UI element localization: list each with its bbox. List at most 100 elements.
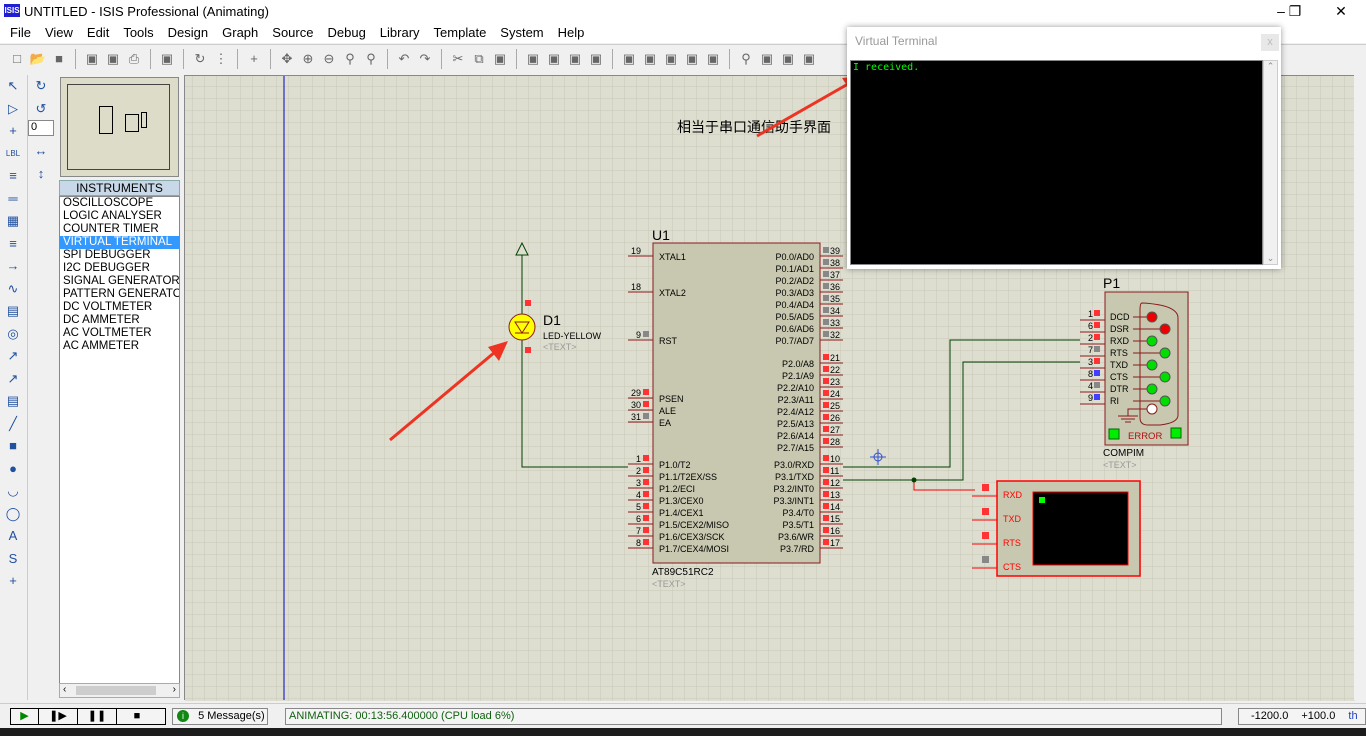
- area-icon[interactable]: ▣: [158, 50, 176, 68]
- bom-icon[interactable]: ▣: [800, 50, 818, 68]
- instrument-item[interactable]: AC VOLTMETER: [60, 327, 179, 340]
- close-button[interactable]: ✕: [1318, 0, 1364, 22]
- menu-graph[interactable]: Graph: [215, 25, 265, 40]
- instrument-item[interactable]: OSCILLOSCOPE: [60, 197, 179, 210]
- zoom-out-icon[interactable]: ⊖: [320, 50, 338, 68]
- new-icon[interactable]: □: [8, 50, 26, 68]
- block-copy-icon[interactable]: ▣: [524, 50, 542, 68]
- copy-icon[interactable]: ⧉: [470, 50, 488, 68]
- menu-file[interactable]: File: [3, 25, 38, 40]
- block-rotate-icon[interactable]: ▣: [566, 50, 584, 68]
- text-script-icon[interactable]: ≡: [0, 165, 26, 188]
- package-icon[interactable]: ▣: [662, 50, 680, 68]
- text-icon[interactable]: A: [0, 525, 26, 548]
- zoom-all-icon[interactable]: ⚲: [341, 50, 359, 68]
- cut-icon[interactable]: ✂: [449, 50, 467, 68]
- rotate-anticlockwise-icon[interactable]: ↺: [28, 98, 54, 121]
- rotate-clockwise-icon[interactable]: ↻: [28, 75, 54, 98]
- property-icon[interactable]: ▣: [758, 50, 776, 68]
- panel-scrollbar[interactable]: ‹ ›: [59, 683, 180, 698]
- vt-output[interactable]: I received.: [850, 60, 1263, 265]
- print-icon[interactable]: ⎙: [125, 50, 143, 68]
- stop-button[interactable]: ■: [117, 709, 157, 724]
- maximize-button[interactable]: ❐: [1272, 0, 1318, 22]
- grid-icon[interactable]: ⋮: [212, 50, 230, 68]
- arc-icon[interactable]: ◡: [0, 480, 26, 503]
- menu-view[interactable]: View: [38, 25, 80, 40]
- wire-autorouter-icon[interactable]: ▣: [704, 50, 722, 68]
- instrument-item[interactable]: PATTERN GENERATOR: [60, 288, 179, 301]
- terminal-icon[interactable]: ≡: [0, 233, 26, 256]
- refresh-icon[interactable]: ↻: [191, 50, 209, 68]
- component-icon[interactable]: ▷: [0, 98, 26, 121]
- zoom-area-icon[interactable]: ⚲: [362, 50, 380, 68]
- save-icon[interactable]: ■: [50, 50, 68, 68]
- instruments-list[interactable]: OSCILLOSCOPE LOGIC ANALYSER COUNTER TIMER V…: [59, 196, 180, 684]
- vt-scrollbar[interactable]: ⌃ ⌄: [1263, 60, 1278, 265]
- block-move-icon[interactable]: ▣: [545, 50, 563, 68]
- pan-icon[interactable]: ✥: [278, 50, 296, 68]
- import-icon[interactable]: ▣: [83, 50, 101, 68]
- step-button[interactable]: ❚▶: [39, 709, 78, 724]
- menu-debug[interactable]: Debug: [320, 25, 372, 40]
- mirror-y-icon[interactable]: ↕: [28, 163, 54, 186]
- menu-library[interactable]: Library: [373, 25, 427, 40]
- export-icon[interactable]: ▣: [104, 50, 122, 68]
- instrument-item[interactable]: AC AMMETER: [60, 340, 179, 353]
- line-icon[interactable]: ╱: [0, 413, 26, 436]
- generator-icon[interactable]: ◎: [0, 323, 26, 346]
- mirror-x-icon[interactable]: ↔: [28, 140, 54, 163]
- box-icon[interactable]: ■: [0, 435, 26, 458]
- rotation-input[interactable]: 0: [28, 120, 54, 136]
- pin-icon[interactable]: →: [0, 255, 26, 278]
- vt-close-button[interactable]: x: [1261, 34, 1279, 51]
- pause-button[interactable]: ❚❚: [78, 709, 117, 724]
- canvas-scrollbar[interactable]: [1354, 75, 1366, 700]
- bus-icon[interactable]: ═: [0, 188, 26, 211]
- instrument-item[interactable]: DC VOLTMETER: [60, 301, 179, 314]
- wire-label-icon[interactable]: LBL: [0, 143, 26, 166]
- instrument-item[interactable]: I2C DEBUGGER: [60, 262, 179, 275]
- instrument-item[interactable]: VIRTUAL TERMINAL: [60, 236, 179, 249]
- menu-template[interactable]: Template: [427, 25, 494, 40]
- graph-icon[interactable]: ∿: [0, 278, 26, 301]
- instrument-item[interactable]: DC AMMETER: [60, 314, 179, 327]
- origin-icon[interactable]: +: [245, 50, 263, 68]
- block-delete-icon[interactable]: ▣: [587, 50, 605, 68]
- zoom-in-icon[interactable]: ⊕: [299, 50, 317, 68]
- circle-icon[interactable]: ●: [0, 458, 26, 481]
- mcu-u1[interactable]: U1 AT89C51RC2 <TEXT> 19XTAL118XTAL29RST2…: [628, 227, 843, 589]
- instrument-item[interactable]: COUNTER TIMER: [60, 223, 179, 236]
- undo-icon[interactable]: ↶: [395, 50, 413, 68]
- paste-icon[interactable]: ▣: [491, 50, 509, 68]
- play-button[interactable]: ▶: [11, 709, 39, 724]
- virtual-terminal-window[interactable]: Virtual Terminal x I received. ⌃ ⌄: [847, 27, 1281, 269]
- netlist-icon[interactable]: ▣: [779, 50, 797, 68]
- current-probe-icon[interactable]: ↗: [0, 368, 26, 391]
- scroll-down-icon[interactable]: ⌄: [1264, 253, 1277, 264]
- make-device-icon[interactable]: ▣: [641, 50, 659, 68]
- subcircuit-icon[interactable]: ▦: [0, 210, 26, 233]
- menu-tools[interactable]: Tools: [116, 25, 160, 40]
- menu-design[interactable]: Design: [161, 25, 215, 40]
- menu-edit[interactable]: Edit: [80, 25, 116, 40]
- symbol-icon[interactable]: S: [0, 548, 26, 571]
- pick-icon[interactable]: ▣: [620, 50, 638, 68]
- search-icon[interactable]: ⚲: [737, 50, 755, 68]
- menu-source[interactable]: Source: [265, 25, 320, 40]
- decompose-icon[interactable]: ▣: [683, 50, 701, 68]
- menu-system[interactable]: System: [493, 25, 550, 40]
- instrument-item[interactable]: LOGIC ANALYSER: [60, 210, 179, 223]
- selection-icon[interactable]: ↖: [0, 75, 26, 98]
- path-icon[interactable]: ◯: [0, 503, 26, 526]
- marker-icon[interactable]: +: [0, 570, 26, 593]
- messages-indicator[interactable]: i 5 Message(s): [172, 708, 268, 725]
- instrument-item[interactable]: SPI DEBUGGER: [60, 249, 179, 262]
- tape-icon[interactable]: ▤: [0, 300, 26, 323]
- open-icon[interactable]: 📂: [29, 50, 47, 68]
- junction-icon[interactable]: +: [0, 120, 26, 143]
- overview-window[interactable]: [60, 77, 179, 177]
- instrument-item[interactable]: SIGNAL GENERATOR: [60, 275, 179, 288]
- menu-help[interactable]: Help: [551, 25, 592, 40]
- redo-icon[interactable]: ↷: [416, 50, 434, 68]
